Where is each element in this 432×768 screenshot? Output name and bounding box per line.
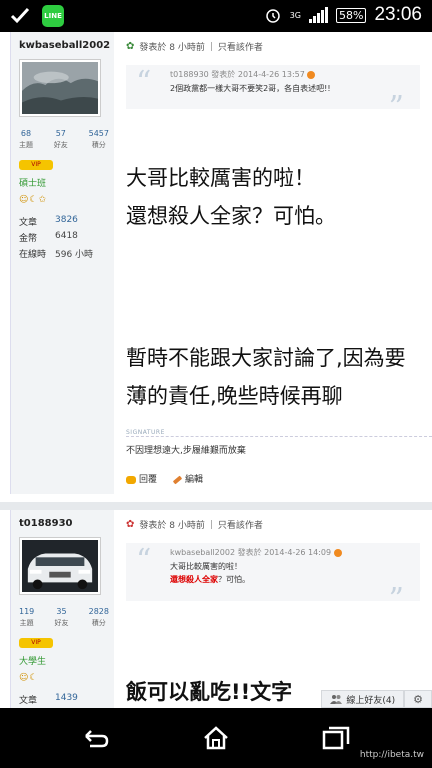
post-meta: ✿ 發表於 8 小時前 | 只看該作者: [126, 510, 432, 531]
online-status-icon: ✿: [126, 519, 135, 530]
user-profile-pane: t0188930 119 主題 35 好友 2828 積分 VIP 大學生 ☺☾…: [10, 510, 114, 708]
thread-page: kwbaseball2002 68 主題 57 好友 5457 積分 VIP 碩士班 …: [0, 32, 432, 708]
open-quote-icon: “: [136, 65, 152, 100]
user-info: 文章 1439: [19, 693, 106, 706]
post-actions: 回覆 編輯: [126, 472, 432, 485]
reply-button[interactable]: 回覆: [126, 472, 157, 485]
quote-body: 2個政黨都一樣大哥不要笑2哥，各自表述吧!!: [170, 84, 331, 93]
username[interactable]: t0188930: [19, 518, 106, 529]
user-stats: 68 主題 57 好友 5457 積分: [19, 129, 109, 150]
stat-friends[interactable]: 35 好友: [54, 607, 68, 628]
info-value[interactable]: 1439: [55, 693, 78, 706]
quote-body: 大哥比較厲害的啦！ 還想殺人全家？可怕。: [170, 562, 250, 584]
signature-text: 不因理想遠大,步履維艱而放棄: [126, 446, 246, 456]
post-text-line: 暫時不能跟大家討論了,因為要: [126, 346, 406, 370]
quote-highlight: 還想殺人全家: [170, 575, 218, 584]
android-nav-bar: http://ibeta.tw: [0, 708, 432, 768]
network-type: 3G: [289, 10, 301, 20]
meta-divider: |: [209, 519, 213, 530]
stat-points[interactable]: 2828 積分: [89, 607, 109, 628]
check-icon: [10, 7, 30, 24]
gear-icon: ⚙: [413, 692, 423, 706]
post-body: 大哥比較厲害的啦！ 還想殺人全家？可怕。: [126, 159, 432, 235]
reply-icon: [126, 475, 136, 484]
stat-points[interactable]: 5457 積分: [89, 129, 109, 150]
alarm-icon: [265, 9, 280, 23]
post-meta: ✿ 發表於 8 小時前 | 只看該作者: [126, 32, 432, 53]
info-key: 文章: [19, 696, 38, 706]
stat-topics[interactable]: 119 主題: [19, 607, 34, 628]
avatar[interactable]: [19, 59, 101, 117]
post-content: ✿ 發表於 8 小時前 | 只看該作者 “ kwbaseball2002 發表於…: [126, 510, 432, 708]
edit-button[interactable]: 編輯: [172, 472, 203, 485]
post-text-line: 還想殺人全家？可怕。: [126, 204, 336, 228]
stat-friends[interactable]: 57 好友: [54, 129, 68, 150]
quote-header[interactable]: t0188930 發表於 2014-4-26 13:57: [170, 69, 316, 80]
jump-icon[interactable]: [307, 70, 316, 79]
only-author-link[interactable]: 只看該作者: [218, 518, 263, 531]
medal-icons: ☺☾✩: [19, 195, 47, 205]
only-author-link[interactable]: 只看該作者: [218, 40, 263, 53]
info-value[interactable]: 3826: [55, 215, 78, 228]
post-separator: [0, 502, 432, 510]
online-friends-bar: 線上好友(4) ⚙: [321, 690, 432, 708]
line-app-icon: LINE: [42, 5, 64, 27]
post-content: ✿ 發表於 8 小時前 | 只看該作者 “ t0188930 發表於 2014-…: [126, 32, 432, 485]
post-2: t0188930 119 主題 35 好友 2828 積分 VIP 大學生 ☺☾…: [0, 510, 432, 708]
post-time: 發表於 8 小時前: [139, 521, 205, 531]
quote-header[interactable]: kwbaseball2002 發表於 2014-4-26 14:09: [170, 547, 342, 558]
info-value: 596 小時: [55, 250, 94, 260]
avatar-image: [22, 540, 98, 592]
online-status-icon: ✿: [126, 41, 135, 52]
info-value: 6418: [55, 231, 78, 241]
stat-topics[interactable]: 68 主題: [19, 129, 33, 150]
close-quote-icon: ”: [388, 90, 404, 125]
back-icon[interactable]: [82, 726, 110, 750]
username[interactable]: kwbaseball2002: [19, 40, 110, 51]
divider: [126, 436, 432, 437]
friends-settings-button[interactable]: ⚙: [404, 690, 432, 708]
watermark: http://ibeta.tw: [359, 750, 424, 760]
recent-apps-icon[interactable]: [322, 726, 350, 750]
pencil-icon: [172, 475, 183, 484]
jump-icon[interactable]: [333, 548, 342, 557]
user-stats: 119 主題 35 好友 2828 積分: [19, 607, 109, 628]
post-time: 發表於 8 小時前: [139, 43, 205, 53]
user-rank[interactable]: 碩士班: [19, 176, 106, 189]
avatar-image: [22, 62, 98, 114]
signature-label: SIGNATURE: [126, 429, 165, 436]
battery-indicator: 58%: [336, 7, 367, 23]
post-text-line: 薄的責任,晚些時候再聊: [126, 384, 343, 408]
info-key: 金幣: [19, 234, 38, 244]
signal-icon: [309, 7, 328, 23]
meta-divider: |: [209, 41, 213, 52]
quote-block: “ t0188930 發表於 2014-4-26 13:57 2個政黨都一樣大哥…: [126, 65, 420, 125]
user-info: 文章 3826 金幣 6418 在線時 596 小時: [19, 215, 106, 260]
vip-badge: VIP: [19, 160, 53, 170]
clock: 23:06: [374, 4, 422, 25]
status-bar: LINE 3G 58% 23:06: [0, 0, 432, 32]
online-friends-button[interactable]: 線上好友(4): [321, 690, 405, 708]
info-key: 文章: [19, 218, 38, 228]
info-key: 在線時: [19, 250, 47, 260]
signature-block: SIGNATURE 不因理想遠大,步履維艱而放棄: [126, 429, 432, 456]
medal-icons: ☺☾: [19, 673, 39, 683]
vip-badge: VIP: [19, 638, 53, 648]
post-1: kwbaseball2002 68 主題 57 好友 5457 積分 VIP 碩士班 …: [0, 32, 432, 494]
open-quote-icon: “: [136, 543, 152, 578]
avatar[interactable]: [19, 537, 101, 595]
user-profile-pane: kwbaseball2002 68 主題 57 好友 5457 積分 VIP 碩士班 …: [10, 32, 114, 494]
home-icon[interactable]: [202, 726, 230, 750]
post-notice: 暫時不能跟大家討論了,因為要 薄的責任,晚些時候再聊: [126, 339, 432, 415]
close-quote-icon: ”: [388, 582, 404, 617]
post-text-line: 大哥比較厲害的啦！: [126, 166, 315, 190]
quote-block: “ kwbaseball2002 發表於 2014-4-26 14:09 大哥比…: [126, 543, 420, 617]
friends-icon: [330, 695, 343, 704]
user-rank[interactable]: 大學生: [19, 654, 106, 667]
